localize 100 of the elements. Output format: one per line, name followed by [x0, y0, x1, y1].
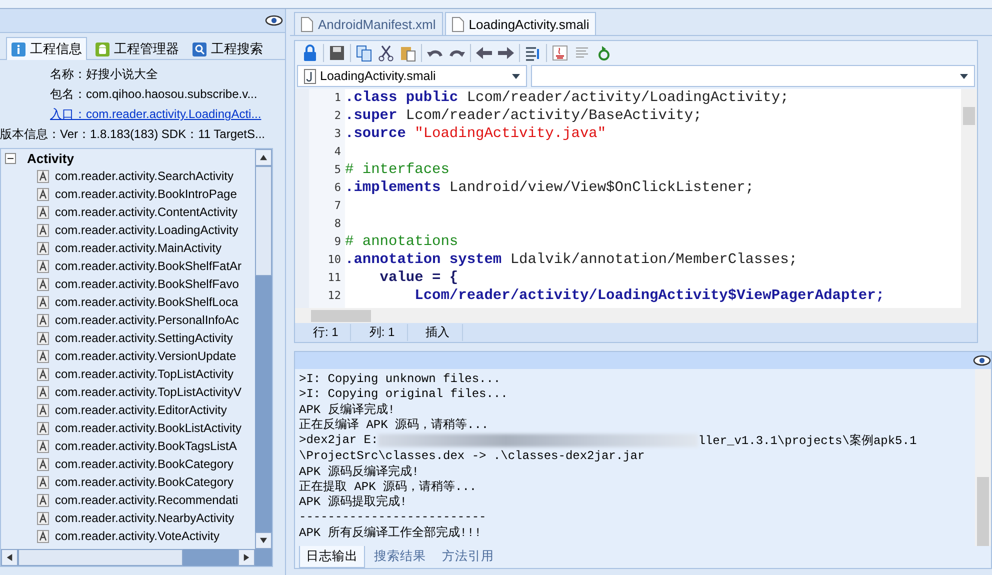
tree-item[interactable]: com.reader.activity.VoteActivity — [55, 529, 220, 543]
panel-tab[interactable]: 工程搜索 — [187, 37, 268, 60]
line-number: 8 — [333, 216, 342, 232]
copy-icon[interactable] — [355, 44, 373, 62]
line-number: 11 — [326, 270, 342, 286]
status-text: 行: 1 — [295, 324, 352, 341]
caret-icon[interactable] — [512, 74, 520, 78]
forward-icon[interactable] — [497, 44, 515, 62]
tree-item[interactable]: com.reader.activity.SettingActivity — [55, 331, 233, 345]
tree-item[interactable]: com.reader.activity.EditorActivity — [55, 403, 227, 417]
log-line: >I: Copying original files... — [299, 387, 508, 402]
tree-item[interactable]: com.reader.activity.BookTagsListA — [55, 439, 237, 453]
tree-item[interactable]: com.reader.activity.BookShelfFavo — [55, 277, 239, 291]
android-icon — [95, 42, 110, 56]
class-icon — [37, 296, 49, 308]
tree-item[interactable]: com.reader.activity.MainActivity — [55, 241, 222, 255]
line-number: 9 — [333, 234, 342, 250]
eye-icon[interactable] — [265, 15, 283, 26]
line-number: 2 — [333, 108, 342, 124]
log-line: APK 源码反编译完成! — [299, 464, 420, 480]
log-tab[interactable]: 方法引用 — [435, 546, 501, 568]
entry-link[interactable]: 入口：com.reader.activity.LoadingActi... — [0, 106, 262, 122]
log-line: >dex2jar E: — [299, 433, 378, 448]
class-icon — [37, 440, 49, 452]
caret-icon[interactable] — [960, 74, 968, 78]
scroll-up-icon[interactable] — [260, 154, 267, 161]
horizontal-scrollbar[interactable] — [295, 308, 977, 323]
vertical-scrollbar[interactable] — [961, 89, 977, 308]
log-line: ller_v1.3.1\projects\案例apk5.1 — [698, 432, 917, 449]
save-icon[interactable] — [328, 44, 346, 62]
cut-icon[interactable] — [377, 44, 395, 62]
scroll-right-icon[interactable] — [243, 554, 250, 561]
info-icon — [11, 42, 26, 56]
scroll-left-icon[interactable] — [6, 554, 13, 561]
code-line: .class public Lcom/reader/activity/LoadingActivity; — [345, 89, 790, 107]
info-text: 名称：好搜小说大全 — [49, 66, 158, 82]
tree-item[interactable]: com.reader.activity.VersionUpdate — [55, 349, 236, 363]
info-text: 包名：com.qihoo.haosou.subscribe.v... — [49, 86, 258, 102]
line-number: 6 — [333, 180, 342, 196]
eye-icon[interactable] — [973, 355, 991, 366]
class-icon — [37, 386, 49, 398]
tree-item[interactable]: com.reader.activity.SearchActivity — [55, 169, 234, 183]
log-line: APK 源码提取完成! — [299, 494, 408, 510]
tree-item[interactable]: com.reader.activity.NearbyActivity — [55, 511, 234, 525]
line-number: 4 — [333, 144, 342, 160]
tree-item[interactable]: com.reader.activity.TopListActivity — [55, 367, 234, 381]
class-icon — [37, 422, 49, 434]
code-line: .implements Landroid/view/View$OnClickListener; — [345, 179, 755, 197]
status-text: 列: 1 — [351, 324, 408, 341]
tree-item[interactable]: com.reader.activity.BookShelfFatAr — [55, 259, 242, 273]
line-number: 7 — [333, 198, 342, 214]
class-icon — [37, 188, 49, 200]
file-dropdown[interactable]: LoadingActivity.smali — [297, 65, 527, 87]
line-number: 5 — [333, 162, 342, 178]
tree-item[interactable]: com.reader.activity.BookShelfLoca — [55, 295, 238, 309]
panel-tab[interactable]: 工程信息 — [6, 37, 87, 60]
class-icon — [37, 530, 49, 542]
log-line: 正在反编译 APK 源码，请稍等... — [299, 417, 489, 434]
file-tab[interactable]: AndroidManifest.xml — [294, 12, 443, 35]
tree-item[interactable]: com.reader.activity.Recommendati — [55, 493, 238, 507]
log-tab[interactable]: 日志输出 — [299, 546, 365, 568]
panel-tab[interactable]: 工程管理器 — [90, 37, 184, 60]
class-icon — [37, 206, 49, 218]
class-icon — [37, 260, 49, 272]
code-line: # interfaces — [345, 161, 450, 179]
tree-item[interactable]: com.reader.activity.LoadingActivity — [55, 223, 238, 237]
scroll-down-icon[interactable] — [260, 537, 267, 544]
paste-icon[interactable] — [399, 44, 417, 62]
code-line: value = { — [378, 269, 460, 287]
java-file-icon — [304, 68, 316, 84]
status-text: 插入 — [408, 324, 463, 341]
tree-item[interactable]: com.reader.activity.BookListActivity — [55, 421, 242, 435]
tree-item[interactable]: com.reader.activity.BookCategory — [55, 457, 234, 471]
vertical-scrollbar[interactable] — [975, 369, 991, 546]
tree-item[interactable]: com.reader.activity.BookCategory — [55, 475, 234, 489]
class-icon — [37, 494, 49, 506]
tree-node[interactable]: Activity — [27, 150, 74, 166]
file-tab[interactable]: LoadingActivity.smali — [444, 12, 596, 35]
class-icon — [37, 458, 49, 470]
vertical-scrollbar[interactable] — [255, 149, 272, 549]
tree-item[interactable]: com.reader.activity.TopListActivityV — [55, 385, 242, 399]
code-line: .source "LoadingActivity.java" — [345, 125, 608, 143]
log-line: APK 反编译完成! — [299, 402, 396, 418]
lock-icon[interactable] — [301, 44, 319, 62]
tree-item[interactable]: com.reader.activity.BookIntroPage — [55, 187, 237, 201]
file-icon — [301, 16, 313, 32]
collapse-icon[interactable] — [5, 152, 16, 164]
tree-item[interactable]: com.reader.activity.ContentActivity — [55, 205, 238, 219]
class-icon — [37, 242, 49, 254]
class-icon — [37, 224, 49, 236]
log-line: 正在提取 APK 源码，请稍等... — [299, 478, 477, 494]
java-icon[interactable] — [551, 44, 569, 62]
log-line: \ProjectSrc\classes.dex -> .\classes-dex2jar.jar — [299, 448, 645, 463]
back-icon[interactable] — [475, 44, 493, 62]
log-tab[interactable]: 搜索结果 — [367, 546, 433, 568]
tree-item[interactable]: com.reader.activity.PersonalInfoAc — [55, 313, 239, 327]
search-icon — [192, 42, 207, 56]
log-line: >I: Copying unknown files... — [299, 372, 501, 386]
horizontal-scrollbar[interactable] — [1, 549, 272, 566]
class-icon — [37, 332, 49, 344]
